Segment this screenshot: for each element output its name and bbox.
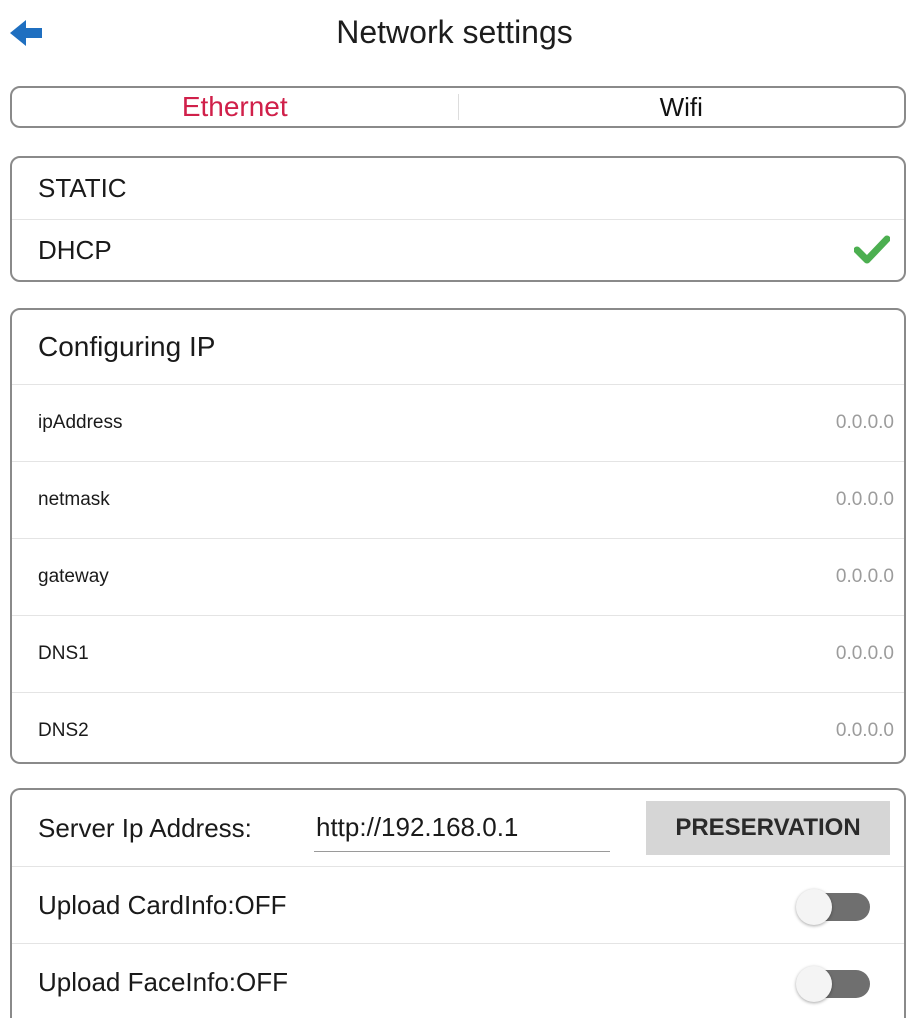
connection-tabs: Ethernet Wifi bbox=[10, 86, 906, 128]
upload-faceinfo-row: Upload FaceInfo:OFF bbox=[12, 944, 904, 1018]
ip-field-label: DNS1 bbox=[38, 643, 89, 664]
mode-option-dhcp[interactable]: DHCP bbox=[12, 219, 904, 280]
ip-field-label: netmask bbox=[38, 489, 110, 510]
ip-field-value: 0.0.0.0 bbox=[835, 412, 894, 433]
ip-field-value: 0.0.0.0 bbox=[835, 643, 894, 664]
preservation-button[interactable]: PRESERVATION bbox=[646, 801, 890, 855]
upload-cardinfo-label: Upload CardInfo:OFF bbox=[38, 889, 287, 920]
page-title: Network settings bbox=[336, 14, 573, 50]
mode-option-label: DHCP bbox=[38, 235, 112, 265]
header-bar: Network settings bbox=[0, 0, 909, 70]
server-ip-input[interactable] bbox=[314, 804, 610, 852]
ip-field-row[interactable]: DNS1 0.0.0.0 bbox=[12, 616, 904, 693]
ip-field-label: DNS2 bbox=[38, 720, 89, 741]
ip-field-label: gateway bbox=[38, 566, 109, 587]
ip-field-row[interactable]: DNS2 0.0.0.0 bbox=[12, 693, 904, 762]
ip-field-row[interactable]: ipAddress 0.0.0.0 bbox=[12, 385, 904, 462]
upload-faceinfo-label: Upload FaceInfo:OFF bbox=[38, 966, 288, 997]
check-icon bbox=[854, 235, 890, 264]
mode-option-label: STATIC bbox=[38, 173, 127, 203]
toggle-knob bbox=[796, 889, 832, 925]
upload-faceinfo-toggle[interactable] bbox=[796, 966, 870, 1002]
server-ip-label: Server Ip Address: bbox=[38, 812, 252, 843]
ip-field-row[interactable]: gateway 0.0.0.0 bbox=[12, 539, 904, 616]
mode-option-static[interactable]: STATIC bbox=[12, 158, 904, 219]
ip-config-card: Configuring IP ipAddress 0.0.0.0 netmask… bbox=[10, 308, 906, 764]
upload-cardinfo-row: Upload CardInfo:OFF bbox=[12, 867, 904, 944]
server-card: Server Ip Address: PRESERVATION Upload C… bbox=[10, 788, 906, 1018]
ip-field-row[interactable]: netmask 0.0.0.0 bbox=[12, 462, 904, 539]
ip-field-label: ipAddress bbox=[38, 412, 123, 433]
ip-field-value: 0.0.0.0 bbox=[835, 489, 894, 510]
tab-ethernet[interactable]: Ethernet bbox=[12, 88, 458, 126]
server-ip-row: Server Ip Address: PRESERVATION bbox=[12, 790, 904, 867]
upload-cardinfo-toggle[interactable] bbox=[796, 889, 870, 925]
tab-wifi[interactable]: Wifi bbox=[459, 88, 905, 126]
ip-config-title: Configuring IP bbox=[12, 310, 904, 385]
toggle-knob bbox=[796, 966, 832, 1002]
ip-mode-card: STATIC DHCP bbox=[10, 156, 906, 282]
ip-field-value: 0.0.0.0 bbox=[835, 566, 894, 587]
ip-field-value: 0.0.0.0 bbox=[835, 720, 894, 741]
